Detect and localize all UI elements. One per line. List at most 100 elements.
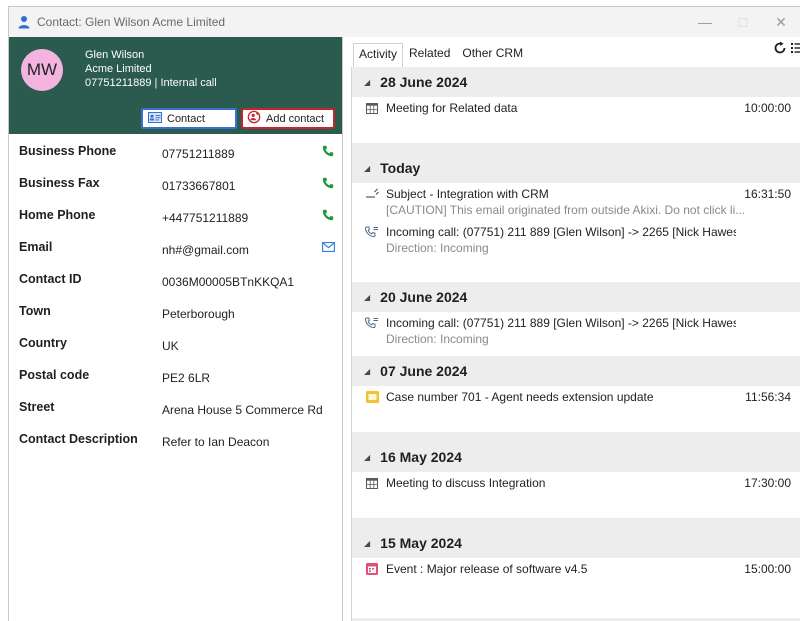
activity-panel: Activity Related Other CRM ◢ 28 June 202… (351, 37, 800, 621)
activity-group: ◢ 28 June 2024 Meeting for Related data … (352, 67, 800, 143)
activity-group: ◢ 07 June 2024 Case number 701 - Agent n… (352, 356, 800, 432)
activity-detail: Direction: Incoming (386, 241, 489, 255)
tab-activity[interactable]: Activity (353, 43, 404, 67)
call-icon (365, 225, 379, 239)
collapse-arrow-icon: ◢ (364, 77, 371, 87)
activity-group: ◢ 20 June 2024 Incoming call: (07751) 21… (352, 282, 800, 356)
activity-subject: Case number 701 - Agent needs extension … (386, 390, 654, 404)
contact-window: Contact: Glen Wilson Acme Limited — □ ✕ … (8, 6, 800, 621)
activity-time: 10:00:00 (744, 101, 791, 115)
activity-time: 16:31:50 (744, 187, 791, 201)
activity-subject: Incoming call: (07751) 211 889 [Glen Wil… (386, 316, 736, 330)
group-header[interactable]: ◢ Today (352, 153, 800, 183)
activity-time: 17:30:00 (744, 476, 791, 490)
group-header[interactable]: ◢ 07 June 2024 (352, 356, 800, 386)
refresh-icon[interactable] (773, 41, 787, 60)
contact-card-icon (148, 111, 167, 126)
activity-item[interactable]: Event : Major release of software v4.5 1… (352, 558, 800, 577)
activity-feed: ◢ 28 June 2024 Meeting for Related data … (351, 67, 800, 621)
meeting-icon (365, 476, 379, 490)
field-contact-description: Contact Description Refer to Ian Deacon (9, 432, 343, 464)
field-value: 07751211889 (162, 147, 235, 161)
field-home-phone: Home Phone +447751211889 (9, 208, 343, 240)
group-title: 07 June 2024 (380, 363, 468, 379)
group-header[interactable]: ◢ 20 June 2024 (352, 282, 800, 312)
contact-person-icon (17, 15, 31, 29)
field-value: Peterborough (162, 307, 235, 321)
collapse-arrow-icon: ◢ (364, 292, 371, 302)
field-label: Country (19, 336, 67, 350)
collapse-arrow-icon: ◢ (364, 163, 371, 173)
field-value: 01733667801 (162, 179, 236, 193)
field-label: Email (19, 240, 53, 254)
activity-item[interactable]: Incoming call: (07751) 211 889 [Glen Wil… (352, 221, 800, 256)
event-icon (365, 562, 379, 576)
contact-button[interactable]: Contact (141, 108, 237, 129)
meeting-icon (365, 101, 379, 115)
group-header[interactable]: ◢ 15 May 2024 (352, 528, 800, 558)
contact-company: Acme Limited (85, 63, 152, 75)
field-town: Town Peterborough (9, 304, 343, 336)
minimize-icon: — (698, 14, 712, 30)
group-title: 15 May 2024 (380, 535, 462, 551)
close-icon: ✕ (775, 13, 787, 30)
field-business-fax: Business Fax 01733667801 (9, 176, 343, 208)
activity-subject: Meeting to discuss Integration (386, 476, 546, 490)
field-contact-id: Contact ID 0036M00005BTnKKQA1 (9, 272, 343, 304)
activity-group: ◢ Today Subject - Integration with CRM 1… (352, 153, 800, 282)
contact-name: Glen Wilson (85, 49, 145, 61)
field-value: +447751211889 (162, 211, 249, 225)
field-label: Business Phone (19, 144, 117, 158)
collapse-arrow-icon: ◢ (364, 366, 371, 376)
group-title: 20 June 2024 (380, 289, 468, 305)
phone-icon[interactable] (321, 144, 335, 158)
field-value: 0036M00005BTnKKQA1 (162, 275, 295, 289)
field-label: Contact Description (19, 432, 138, 446)
activity-subject: Meeting for Related data (386, 101, 518, 115)
activity-item[interactable]: Meeting for Related data 10:00:00 (352, 97, 800, 116)
call-icon (365, 316, 379, 330)
contact-details-panel: MW Glen Wilson Acme Limited 07751211889 … (9, 37, 343, 621)
group-header[interactable]: ◢ 28 June 2024 (352, 67, 800, 97)
minimize-button[interactable]: — (686, 7, 724, 37)
avatar: MW (21, 49, 63, 91)
list-icon[interactable] (791, 41, 800, 60)
title-bar: Contact: Glen Wilson Acme Limited — □ ✕ (9, 7, 800, 37)
email-icon (365, 187, 379, 201)
activity-detail: Direction: Incoming (386, 332, 489, 346)
field-value: nh#@gmail.com (162, 243, 249, 257)
maximize-button[interactable]: □ (724, 7, 762, 37)
activity-time: 11:56:34 (745, 390, 791, 404)
activity-item[interactable]: Case number 701 - Agent needs extension … (352, 386, 800, 405)
activity-item[interactable]: Meeting to discuss Integration 17:30:00 (352, 472, 800, 491)
field-label: Postal code (19, 368, 90, 382)
contact-button-label: Contact (167, 112, 205, 125)
tab-related[interactable]: Related (403, 43, 456, 67)
window-title: Contact: Glen Wilson Acme Limited (37, 15, 226, 29)
phone-icon[interactable] (321, 208, 335, 222)
field-label: Street (19, 400, 55, 414)
field-label: Contact ID (19, 272, 82, 286)
close-button[interactable]: ✕ (762, 7, 800, 37)
add-contact-button[interactable]: Add contact (241, 108, 335, 129)
activity-subject: Event : Major release of software v4.5 (386, 562, 588, 576)
activity-time: 15:00:00 (744, 562, 791, 576)
collapse-arrow-icon: ◢ (364, 538, 371, 548)
contact-header: MW Glen Wilson Acme Limited 07751211889 … (9, 37, 342, 134)
group-header[interactable]: ◢ 16 May 2024 (352, 442, 800, 472)
activity-subject: Subject - Integration with CRM (386, 187, 549, 201)
maximize-icon: □ (738, 14, 748, 30)
activity-detail: [CAUTION] This email originated from out… (386, 203, 746, 217)
activity-item[interactable]: Subject - Integration with CRM 16:31:50 … (352, 183, 800, 221)
field-email: Email nh#@gmail.com (9, 240, 343, 272)
tab-bar: Activity Related Other CRM (351, 37, 800, 67)
phone-icon[interactable] (321, 176, 335, 190)
field-label: Home Phone (19, 208, 96, 222)
mail-icon[interactable] (321, 240, 335, 254)
field-country: Country UK (9, 336, 343, 368)
tab-other-crm[interactable]: Other CRM (456, 43, 529, 67)
activity-group: ◢ 16 May 2024 Meeting to discuss Integra… (352, 442, 800, 518)
activity-item[interactable]: Incoming call: (07751) 211 889 [Glen Wil… (352, 312, 800, 347)
activity-subject: Incoming call: (07751) 211 889 [Glen Wil… (386, 225, 736, 239)
activity-group: ◢ 15 May 2024 Event : Major release of s… (352, 528, 800, 618)
